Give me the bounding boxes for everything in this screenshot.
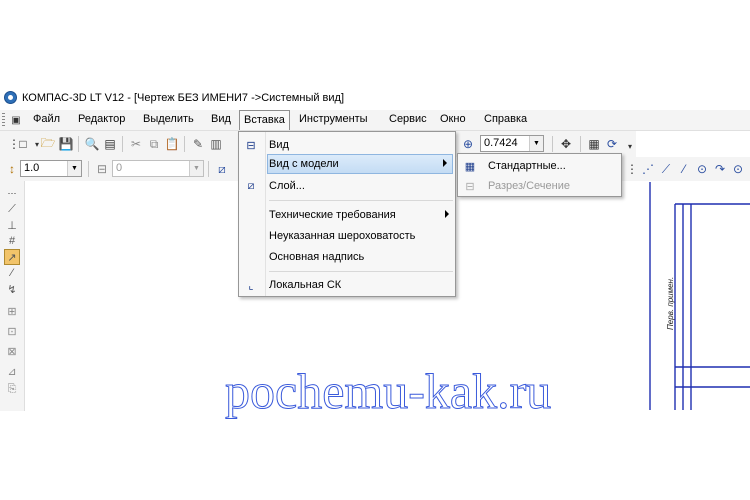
snap-point-icon[interactable]: ⋰: [640, 161, 656, 177]
chevron-down-icon[interactable]: ▼: [529, 136, 543, 151]
insert-menu: ⊟ Вид Вид с модели ⧄ Слой... Технические…: [238, 131, 456, 297]
local-cs-icon: ⌞: [248, 279, 254, 292]
paste-icon[interactable]: 📋: [164, 136, 180, 152]
chevron-down-icon[interactable]: ▼: [189, 161, 203, 176]
menu-item-local-cs[interactable]: ⌞ Локальная СК: [239, 275, 455, 295]
frame-text-wrap: Перв. примен.: [666, 272, 678, 332]
measure-icon[interactable]: ↯: [4, 281, 20, 297]
menu-editor[interactable]: Редактор: [78, 113, 125, 125]
compact-panel: ⋯ ⟋ ⊥ # ↗ ⁄ ↯ ⊞ ⊡ ⊠ ⊿ ⎘: [0, 181, 25, 411]
open-folder-icon[interactable]: 🗁: [40, 136, 56, 152]
line-scale-icon: ↕: [9, 162, 15, 176]
snap-toolbar: ⋮ ⋰ ⟋ ⁄ ⊙ ↷ ⊙: [620, 157, 750, 181]
toolbar-separator: [88, 161, 89, 177]
grid-icon[interactable]: #: [4, 233, 20, 249]
layer-combo[interactable]: 0 ▼: [112, 160, 204, 177]
notation-icon[interactable]: ⁄: [4, 265, 20, 281]
menu-view[interactable]: Вид: [211, 113, 231, 125]
window-title: КОМПАС-3D LT V12 - [Чертеж БЕЗ ИМЕНИ7 ->…: [22, 92, 345, 104]
toolbar-options-icon[interactable]: ▾: [622, 138, 638, 154]
menu-item-roughness[interactable]: Неуказанная шероховатость: [239, 226, 455, 246]
copy-icon[interactable]: ⧉: [146, 136, 162, 152]
section-icon: ⊟: [465, 180, 475, 193]
panel-grip-icon: ⋯: [7, 187, 17, 198]
menu-item-tech-requirements[interactable]: Технические требования: [239, 205, 455, 225]
menu-service[interactable]: Сервис: [389, 113, 427, 125]
document-icon[interactable]: ▣: [8, 112, 24, 128]
library-icon[interactable]: ▤: [102, 136, 118, 152]
menu-insert[interactable]: Вставка: [239, 110, 290, 130]
view-icon: ⊟: [246, 139, 256, 152]
submenu-arrow-icon: [443, 159, 447, 167]
menu-bar: ▣ Файл Редактор Выделить Вид Вставка Инс…: [0, 110, 750, 131]
menu-separator: [269, 200, 453, 201]
snap-middle-icon[interactable]: ⟋: [658, 161, 674, 177]
toolbar-separator: [122, 136, 123, 152]
menu-help[interactable]: Справка: [484, 113, 527, 125]
menu-window[interactable]: Окно: [440, 113, 466, 125]
title-bar: КОМПАС-3D LT V12 - [Чертеж БЕЗ ИМЕНИ7 ->…: [0, 88, 750, 108]
chevron-down-icon[interactable]: ▼: [67, 161, 81, 176]
print-preview-icon[interactable]: 🔍: [84, 136, 100, 152]
format-painter-icon[interactable]: ✎: [190, 136, 206, 152]
menu-item-view[interactable]: ⊟ Вид: [239, 135, 455, 155]
save-icon[interactable]: 💾: [58, 136, 74, 152]
toolbar-separator: [78, 136, 79, 152]
submenu-item-standard[interactable]: ▦ Стандартные...: [458, 156, 621, 176]
submenu-item-section: ⊟ Разрез/Сечение: [458, 176, 621, 196]
submenu-arrow-icon: [445, 210, 449, 218]
toolbar-separator: [580, 136, 581, 152]
watermark: pochemu-kak.ru: [224, 363, 552, 420]
reports-icon[interactable]: ⊿: [4, 363, 20, 379]
selection-icon[interactable]: ↗: [4, 249, 20, 265]
frame-border: [649, 179, 750, 413]
refresh-icon[interactable]: ⟳: [604, 136, 620, 152]
pan-icon[interactable]: ✥: [558, 136, 574, 152]
toolbar-separator: [208, 161, 209, 177]
cut-icon[interactable]: ✂: [128, 136, 144, 152]
standard-views-icon: ▦: [464, 160, 476, 173]
snap-center-icon[interactable]: ⊙: [694, 161, 710, 177]
edit-icon[interactable]: ⊞: [4, 303, 20, 319]
menu-separator: [269, 271, 453, 272]
menu-tools[interactable]: Инструменты: [299, 113, 368, 125]
snap-circle-icon[interactable]: ⊙: [730, 161, 746, 177]
standard-toolbar: ⋮ □ ▾ 🗁 💾 🔍 ▤ ✂ ⧉ 📋 ✎ ▥: [0, 131, 240, 157]
parametrization-icon[interactable]: ⊡: [4, 323, 20, 339]
zoom-window-icon[interactable]: ▦: [586, 136, 602, 152]
layer-icon: ⧄: [247, 179, 255, 192]
snap-nearest-icon[interactable]: ⁄: [676, 161, 692, 177]
geometry-icon[interactable]: ⟋: [4, 201, 20, 217]
view-from-model-submenu: ▦ Стандартные... ⊟ Разрез/Сечение: [457, 153, 622, 197]
layer-state-icon[interactable]: ⊟: [94, 161, 110, 177]
associative-views-icon[interactable]: ⎘: [4, 381, 20, 397]
toolbar-grip-icon: ⋮: [626, 162, 638, 176]
menu-item-layer[interactable]: ⧄ Слой...: [239, 176, 455, 196]
zoom-icon[interactable]: ⊕: [460, 136, 476, 152]
menu-item-title-block[interactable]: Основная надпись: [239, 247, 455, 267]
menu-item-view-from-model[interactable]: Вид с модели: [267, 154, 453, 174]
spec-icon[interactable]: ⊠: [4, 343, 20, 359]
menu-file[interactable]: Файл: [33, 113, 60, 125]
layers-icon[interactable]: ⧄: [214, 161, 230, 177]
toolbar-separator: [552, 136, 553, 152]
menu-select[interactable]: Выделить: [143, 113, 194, 125]
snap-tangent-icon[interactable]: ↷: [712, 161, 728, 177]
properties-icon[interactable]: ▥: [208, 136, 224, 152]
dimensions-icon[interactable]: ⊥: [4, 217, 20, 233]
current-state-toolbar: ↕ 1.0 ▼ ⊟ 0 ▼ ⧄: [0, 157, 240, 181]
zoom-combo[interactable]: 0.7424 ▼: [480, 135, 544, 152]
toolbar-separator: [184, 136, 185, 152]
kompas-logo-icon: [4, 91, 17, 104]
menubar-grip-icon[interactable]: [2, 113, 5, 127]
line-scale-combo[interactable]: 1.0 ▼: [20, 160, 82, 177]
frame-text: Перв. примен.: [666, 276, 675, 330]
